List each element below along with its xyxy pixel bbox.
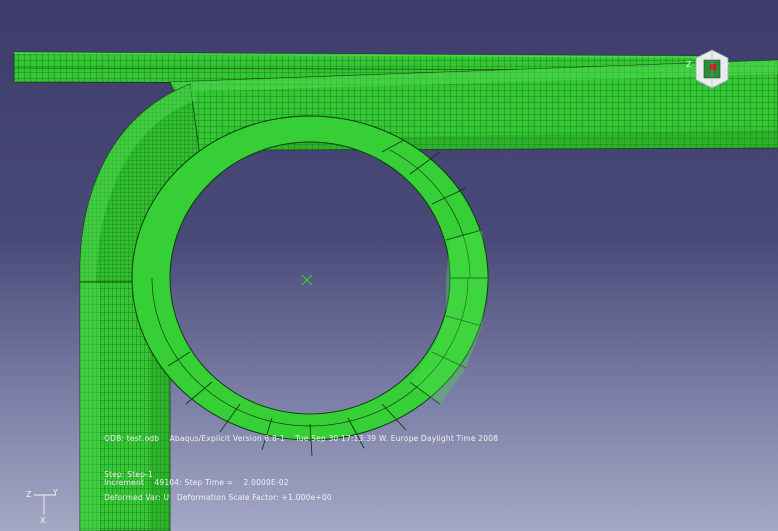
rotation-center-icon	[301, 274, 313, 286]
triad-x-label: X	[40, 516, 46, 525]
odb-info-line: ODB: test.odb Abaqus/Explicit Version 6.…	[104, 434, 499, 443]
triad-y-label: Y	[53, 488, 58, 497]
viewport[interactable]: Z Y Z Y X ODB: test.odb Abaqus/Explicit …	[0, 0, 778, 531]
deformed-var-line: Deformed Var: U Deformation Scale Factor…	[104, 493, 332, 502]
model-scene[interactable]	[0, 0, 778, 531]
axis-triad-icon	[34, 494, 56, 515]
ring	[131, 115, 489, 457]
view-cube-z-label: Z	[686, 60, 692, 69]
increment-info-line: Increment 49104: Step Time = 2.0000E-02	[104, 478, 289, 487]
triad-z-label: Z	[26, 490, 32, 499]
view-cube-y-label: Y	[724, 62, 729, 71]
